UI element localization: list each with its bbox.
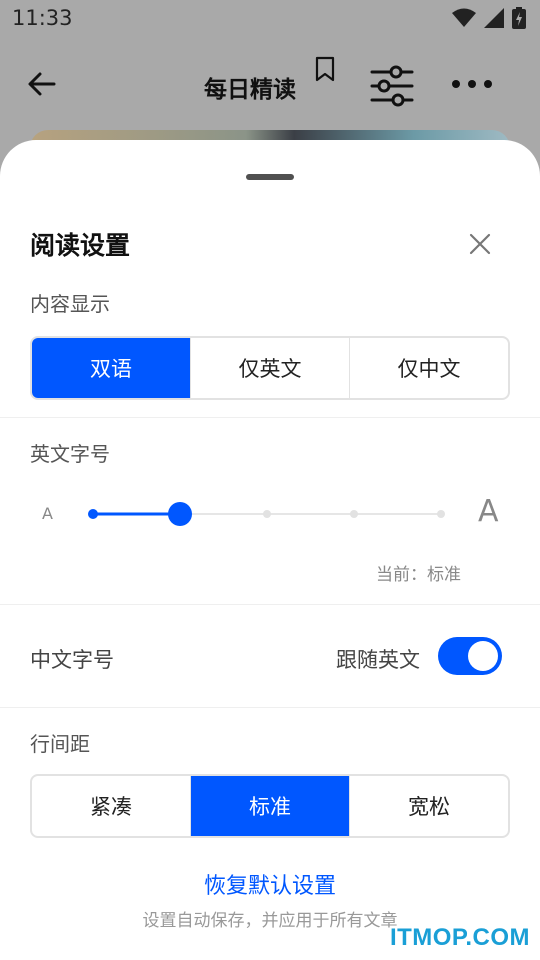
screen: 11:33 每日精读 阅读设置 内容显示 双语 仅英文 仅中文 英文字号 A A… xyxy=(0,0,540,960)
line-spacing-label: 行间距 xyxy=(30,732,90,756)
divider xyxy=(0,417,540,418)
status-icons xyxy=(452,6,526,30)
slider-step-dot xyxy=(263,510,271,518)
toggle-knob xyxy=(468,641,498,671)
status-bar: 11:33 xyxy=(0,0,540,36)
sheet-title: 阅读设置 xyxy=(30,231,131,260)
divider xyxy=(0,707,540,708)
status-time: 11:33 xyxy=(12,6,73,30)
line-spacing-compact[interactable]: 紧凑 xyxy=(32,776,191,836)
reading-settings-icon[interactable] xyxy=(370,64,414,108)
app-bar: 每日精读 xyxy=(0,44,540,124)
reset-defaults-button[interactable]: 恢复默认设置 xyxy=(0,868,540,900)
content-option-chinese-only[interactable]: 仅中文 xyxy=(350,338,508,398)
line-spacing-segmented: 紧凑 标准 宽松 xyxy=(30,774,510,838)
page-title: 每日精读 xyxy=(204,77,296,103)
font-size-large-marker: A xyxy=(478,494,499,529)
close-icon[interactable] xyxy=(466,230,494,258)
battery-icon xyxy=(512,7,526,29)
font-size-small-marker: A xyxy=(42,504,53,523)
slider-step-dot xyxy=(350,510,358,518)
slider-step-dot xyxy=(88,509,98,519)
content-option-english-only[interactable]: 仅英文 xyxy=(191,338,350,398)
back-arrow-icon[interactable] xyxy=(26,68,58,100)
bookmark-icon[interactable] xyxy=(314,56,336,82)
signal-icon xyxy=(484,8,504,28)
slider-thumb xyxy=(168,502,192,526)
more-options-icon[interactable] xyxy=(450,74,494,94)
line-spacing-standard[interactable]: 标准 xyxy=(191,776,350,836)
content-option-bilingual[interactable]: 双语 xyxy=(32,338,191,398)
font-size-current-text: 当前：标准 xyxy=(376,565,461,585)
watermark: ITMOP.COM xyxy=(389,924,530,951)
follow-english-label: 跟随英文 xyxy=(336,648,420,672)
chinese-font-size-label: 中文字号 xyxy=(30,648,114,672)
divider xyxy=(0,604,540,605)
wifi-icon xyxy=(452,8,476,27)
follow-english-toggle[interactable] xyxy=(438,637,502,675)
drag-handle[interactable] xyxy=(246,174,294,180)
line-spacing-loose[interactable]: 宽松 xyxy=(350,776,508,836)
reading-settings-sheet: 阅读设置 内容显示 双语 仅英文 仅中文 英文字号 A A 当前：标准 中文字号 xyxy=(0,140,540,960)
english-font-size-slider[interactable] xyxy=(80,498,460,530)
content-display-segmented: 双语 仅英文 仅中文 xyxy=(30,336,510,400)
english-font-size-label: 英文字号 xyxy=(30,442,110,466)
slider-step-dot xyxy=(437,510,445,518)
content-display-label: 内容显示 xyxy=(30,292,110,316)
